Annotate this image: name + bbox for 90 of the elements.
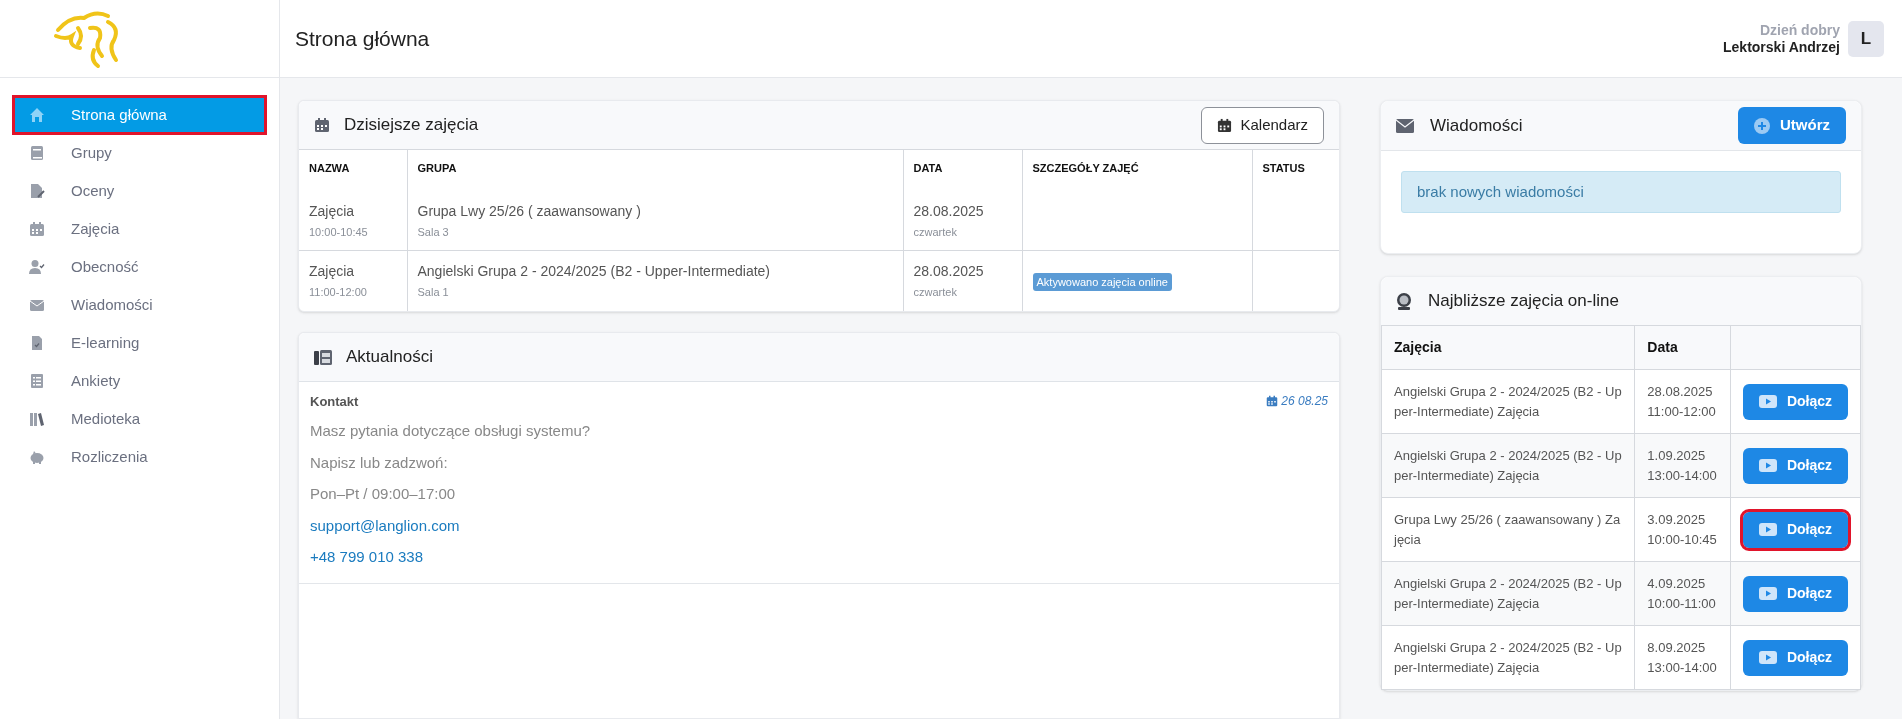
class-time: 11:00-12:00 bbox=[309, 285, 368, 300]
group-name: Grupa Lwy 25/26 ( zaawansowany ) bbox=[417, 201, 642, 221]
date-text: 1.09.2025 bbox=[1647, 446, 1707, 465]
sidebar-item[interactable]: Obecność bbox=[15, 250, 264, 284]
fax-icon bbox=[314, 348, 332, 365]
join-button[interactable]: Dołącz bbox=[1742, 575, 1848, 612]
time-text: 11:00-12:00 bbox=[1647, 402, 1717, 421]
class-name: Zajęcia bbox=[309, 201, 356, 221]
column-header: GRUPA bbox=[407, 149, 903, 191]
greeting-text: Dzień dobry bbox=[1759, 21, 1840, 39]
sidebar-item[interactable]: Zajęcia bbox=[15, 212, 264, 246]
class-name: Grupa Lwy 25/26 ( zaawansowany ) Zajęcia bbox=[1394, 510, 1622, 549]
page-title: Strona główna bbox=[295, 25, 430, 52]
column-header: NAZWA bbox=[299, 149, 407, 191]
sidebar-item[interactable]: Ankiety bbox=[15, 364, 264, 398]
card-title: Aktualności bbox=[346, 345, 433, 368]
books-icon bbox=[29, 411, 45, 427]
column-header: Zajęcia bbox=[1381, 325, 1635, 370]
file-icon bbox=[29, 335, 45, 351]
news-text: Napisz lub zadzwoń: bbox=[310, 452, 449, 473]
class-name: Angielski Grupa 2 - 2024/2025 (B2 - Upper-Intermediate) Zajęcia bbox=[1394, 574, 1623, 613]
card-title: Dzisiejsze zajęcia bbox=[344, 114, 479, 137]
room-name: Sala 1 bbox=[417, 285, 450, 300]
group-name: Angielski Grupa 2 - 2024/2025 (B2 - Upper-Intermediate) bbox=[417, 262, 771, 281]
envelope-icon bbox=[1396, 118, 1414, 133]
join-button[interactable]: Dołącz bbox=[1742, 639, 1848, 676]
date-text: 28.08.2025 bbox=[913, 262, 985, 281]
room-name: Sala 3 bbox=[417, 224, 450, 240]
class-name: Angielski Grupa 2 - 2024/2025 (B2 - Upper-Intermediate) Zajęcia bbox=[1394, 638, 1623, 677]
sidebar-item[interactable]: Wiadomości bbox=[15, 288, 264, 322]
weekday-text: czwartek bbox=[913, 224, 958, 240]
date-text: 28.08.2025 bbox=[1647, 382, 1714, 401]
sidebar-item[interactable]: Medioteka bbox=[15, 402, 264, 436]
book-icon bbox=[29, 145, 45, 161]
contact-link[interactable]: support@langlion.com bbox=[310, 514, 460, 537]
calendar-icon bbox=[314, 117, 330, 133]
edit-icon bbox=[29, 183, 45, 199]
list-icon bbox=[29, 373, 45, 389]
calendar-icon bbox=[1266, 395, 1279, 408]
time-text: 10:00-11:00 bbox=[1647, 594, 1717, 613]
sidebar-item[interactable]: Strona główna bbox=[15, 98, 264, 132]
envelope-icon bbox=[29, 297, 45, 313]
play-icon bbox=[1758, 395, 1777, 408]
news-date: 26 08.25 bbox=[1281, 393, 1328, 411]
play-icon bbox=[1758, 651, 1777, 664]
calendar-icon bbox=[1217, 117, 1233, 133]
user-avatar[interactable]: L bbox=[1848, 20, 1884, 57]
empty-messages-alert: brak nowych wiadomości bbox=[1401, 171, 1841, 213]
news-text: Masz pytania dotyczące obsługi systemu? bbox=[310, 421, 592, 441]
column-header: STATUS bbox=[1252, 149, 1339, 191]
column-header: DATA bbox=[903, 149, 1022, 191]
weekday-text: czwartek bbox=[913, 285, 958, 300]
sidebar-item[interactable]: Oceny bbox=[15, 174, 264, 208]
card-title: Wiadomości bbox=[1430, 114, 1523, 137]
join-button[interactable]: Dołącz bbox=[1742, 447, 1848, 484]
create-button[interactable]: Utwórz bbox=[1738, 107, 1846, 144]
calendar-icon bbox=[29, 221, 45, 237]
date-text: 3.09.2025 bbox=[1647, 510, 1707, 529]
time-text: 13:00-14:00 bbox=[1647, 658, 1718, 677]
card-title: Najbliższe zajęcia on-line bbox=[1428, 290, 1619, 313]
play-icon bbox=[1758, 459, 1777, 472]
home-icon bbox=[29, 107, 45, 123]
play-icon bbox=[1758, 523, 1777, 536]
play-icon bbox=[1758, 587, 1777, 600]
date-text: 4.09.2025 bbox=[1647, 574, 1707, 593]
user-check-icon bbox=[29, 259, 45, 275]
user-name: Lektorski Andrzej bbox=[1723, 38, 1840, 56]
webcam-icon bbox=[1396, 292, 1412, 310]
date-text: 8.09.2025 bbox=[1647, 638, 1707, 657]
join-button[interactable]: Dołącz bbox=[1742, 383, 1848, 420]
class-time: 10:00-10:45 bbox=[309, 224, 369, 240]
class-name: Zajęcia bbox=[309, 262, 356, 281]
column-header: SZCZEGÓŁY ZAJĘĆ bbox=[1022, 149, 1252, 191]
news-title: Kontakt bbox=[310, 392, 359, 411]
news-text: Pon–Pt / 09:00–17:00 bbox=[310, 484, 457, 504]
status-badge: Aktywowano zajęcia online bbox=[1032, 272, 1172, 292]
piggy-icon bbox=[29, 449, 45, 465]
column-header: Data bbox=[1634, 325, 1731, 370]
class-name: Angielski Grupa 2 - 2024/2025 (B2 - Upper-Intermediate) Zajęcia bbox=[1394, 382, 1623, 421]
date-text: 28.08.2025 bbox=[913, 201, 985, 221]
plus-circle-icon bbox=[1754, 117, 1770, 134]
sidebar-item[interactable]: Grupy bbox=[15, 136, 264, 170]
calendar-button[interactable]: Kalendarz bbox=[1201, 106, 1324, 144]
sidebar-item[interactable]: Rozliczenia bbox=[15, 440, 264, 474]
time-text: 10:00-10:45 bbox=[1647, 530, 1718, 549]
join-button[interactable]: Dołącz bbox=[1742, 511, 1848, 548]
time-text: 13:00-14:00 bbox=[1647, 466, 1718, 485]
class-name: Angielski Grupa 2 - 2024/2025 (B2 - Upper-Intermediate) Zajęcia bbox=[1394, 446, 1623, 485]
sidebar-item[interactable]: E-learning bbox=[15, 326, 264, 360]
contact-link[interactable]: +48 799 010 338 bbox=[310, 546, 424, 569]
